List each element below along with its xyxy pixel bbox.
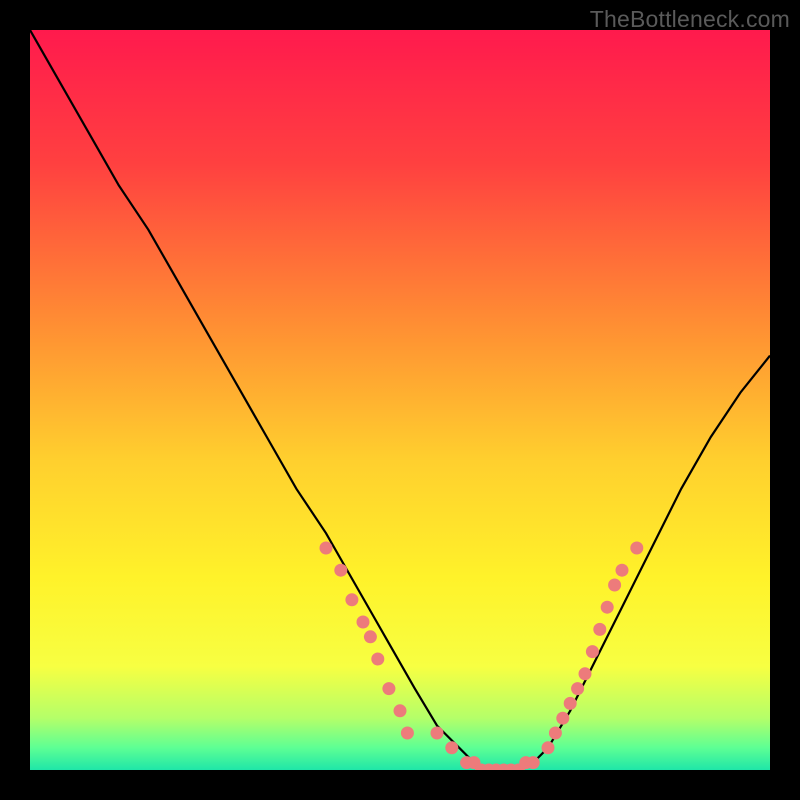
data-point [630,542,643,555]
data-point [586,645,599,658]
data-point [601,601,614,614]
data-point [382,682,395,695]
data-point [394,704,407,717]
data-point [571,682,584,695]
data-point [345,593,358,606]
data-point [593,623,606,636]
data-point [357,616,370,629]
data-point [527,756,540,769]
data-point [364,630,377,643]
data-point [431,727,444,740]
data-point [542,741,555,754]
data-point [371,653,384,666]
data-point [334,564,347,577]
data-point [608,579,621,592]
data-point [320,542,333,555]
data-point [564,697,577,710]
gradient-background [30,30,770,770]
data-point [549,727,562,740]
plot-area [30,30,770,770]
data-point [616,564,629,577]
data-point [556,712,569,725]
data-point [401,727,414,740]
data-point [445,741,458,754]
chart-frame: TheBottleneck.com [0,0,800,800]
data-point [579,667,592,680]
chart-svg [30,30,770,770]
watermark-text: TheBottleneck.com [590,6,790,33]
